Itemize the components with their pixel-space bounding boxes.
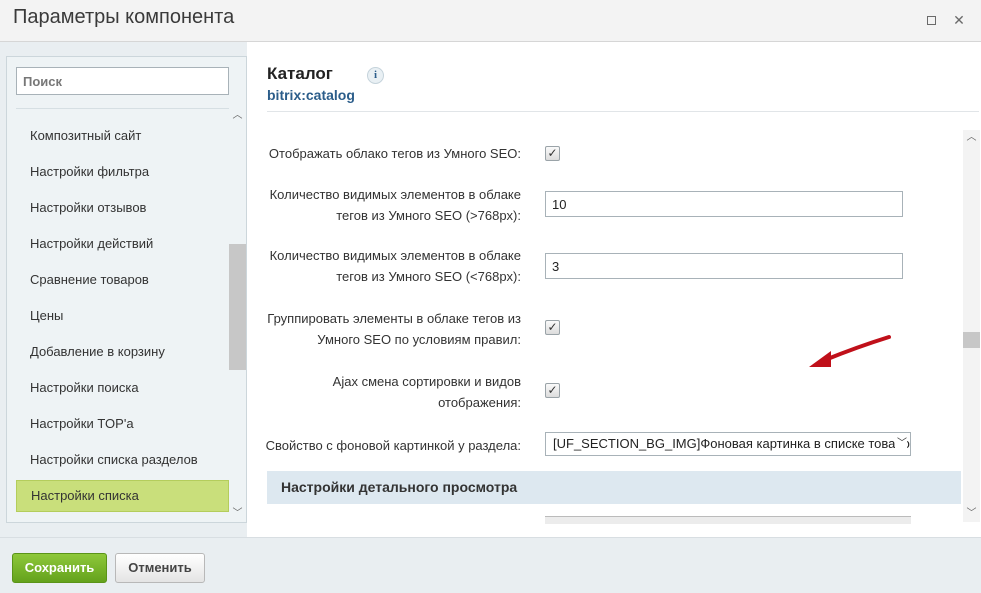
- info-icon[interactable]: i: [367, 67, 384, 84]
- group-tags-label: Группировать элементы в облаке тегов из …: [267, 311, 521, 347]
- section-header-detail: Настройки детального просмотра: [267, 471, 961, 504]
- ajax-sort-label: Ajax смена сортировки и видов отображени…: [332, 374, 521, 410]
- scroll-down-icon[interactable]: ﹀: [965, 508, 978, 520]
- sidebar-item-reviews[interactable]: Настройки отзывов: [16, 190, 229, 226]
- component-title: Каталог: [267, 64, 333, 83]
- sidebar-item-composite[interactable]: Композитный сайт: [16, 118, 229, 154]
- component-code: bitrix:catalog: [267, 87, 355, 103]
- params-scrollbar[interactable]: ︿ ﹀: [963, 130, 980, 522]
- save-button[interactable]: Сохранить: [12, 553, 107, 583]
- sidebar-item-basket[interactable]: Добавление в корзину: [16, 334, 229, 370]
- scrollbar-thumb[interactable]: [963, 332, 980, 348]
- partial-field: [545, 516, 911, 524]
- dialog-body: Композитный сайт Настройки фильтра Настр…: [0, 42, 981, 537]
- dialog-titlebar: Параметры компонента ✕: [0, 0, 981, 42]
- tags-count-desktop-input[interactable]: [545, 191, 903, 217]
- tags-count-mobile-label: Количество видимых элементов в облаке те…: [269, 248, 521, 284]
- sidebar-item-prices[interactable]: Цены: [16, 298, 229, 334]
- maximize-button[interactable]: [921, 10, 941, 30]
- dialog-title: Параметры компонента: [13, 6, 235, 28]
- sidebar-scrollbar[interactable]: ︿ ﹀: [229, 108, 246, 522]
- scroll-down-icon[interactable]: ﹀: [231, 508, 244, 520]
- tags-count-desktop-label: Количество видимых элементов в облаке те…: [269, 187, 521, 223]
- annotation-arrow-icon: [809, 335, 891, 367]
- chevron-down-icon: ﹀: [895, 433, 907, 455]
- sidebar-item-sections-list[interactable]: Настройки списка разделов: [16, 442, 229, 478]
- bg-property-label: Свойство с фоновой картинкой у раздела:: [265, 438, 521, 453]
- sidebar-item-compare[interactable]: Сравнение товаров: [16, 262, 229, 298]
- group-tags-checkbox[interactable]: ✓: [545, 320, 560, 335]
- header-divider: [267, 111, 979, 112]
- close-button[interactable]: ✕: [949, 10, 969, 30]
- sidebar-item-filter[interactable]: Настройки фильтра: [16, 154, 229, 190]
- sidebar-divider: [16, 108, 229, 109]
- cancel-button[interactable]: Отменить: [115, 553, 205, 583]
- dialog-footer: Сохранить Отменить: [0, 537, 981, 593]
- search-input[interactable]: [16, 67, 229, 95]
- sidebar-item-search[interactable]: Настройки поиска: [16, 370, 229, 406]
- scroll-up-icon[interactable]: ︿: [965, 132, 978, 144]
- sidebar-item-actions[interactable]: Настройки действий: [16, 226, 229, 262]
- sidebar-nav: Композитный сайт Настройки фильтра Настр…: [16, 118, 229, 512]
- scrollbar-thumb[interactable]: [229, 244, 246, 370]
- scroll-up-icon[interactable]: ︿: [231, 110, 244, 122]
- sidebar: Композитный сайт Настройки фильтра Настр…: [6, 56, 247, 523]
- params-panel: Каталог i bitrix:catalog Отображать обла…: [247, 42, 981, 537]
- tags-cloud-label: Отображать облако тегов из Умного SEO:: [268, 146, 521, 161]
- sidebar-item-list-settings[interactable]: Настройки списка: [16, 480, 229, 512]
- tags-count-mobile-input[interactable]: [545, 253, 903, 279]
- ajax-sort-checkbox[interactable]: ✓: [545, 383, 560, 398]
- close-icon: ✕: [953, 12, 965, 28]
- tags-cloud-checkbox[interactable]: ✓: [545, 146, 560, 161]
- bg-property-select[interactable]: [UF_SECTION_BG_IMG]Фоновая картинка в сп…: [545, 432, 911, 456]
- maximize-icon: [926, 16, 936, 25]
- bg-property-selected: [UF_SECTION_BG_IMG]Фоновая картинка в сп…: [553, 436, 911, 451]
- sidebar-item-top[interactable]: Настройки TOP'а: [16, 406, 229, 442]
